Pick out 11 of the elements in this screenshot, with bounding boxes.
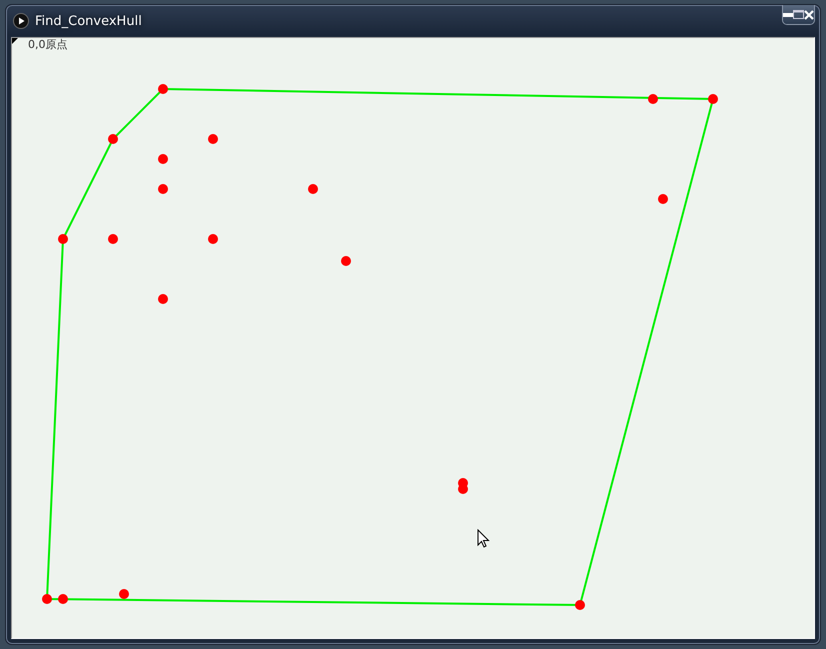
mouse-cursor-icon	[477, 529, 490, 548]
corner-marker-icon	[12, 38, 18, 44]
minimize-icon	[783, 12, 793, 16]
maximize-icon	[793, 10, 804, 19]
play-icon	[13, 13, 29, 29]
maximize-button[interactable]	[793, 5, 804, 24]
close-icon	[804, 10, 814, 20]
close-button[interactable]	[804, 5, 814, 24]
minimize-button[interactable]	[783, 5, 793, 24]
origin-label: 0,0原点	[28, 38, 68, 52]
window-title: Find_ConvexHull	[35, 14, 142, 28]
